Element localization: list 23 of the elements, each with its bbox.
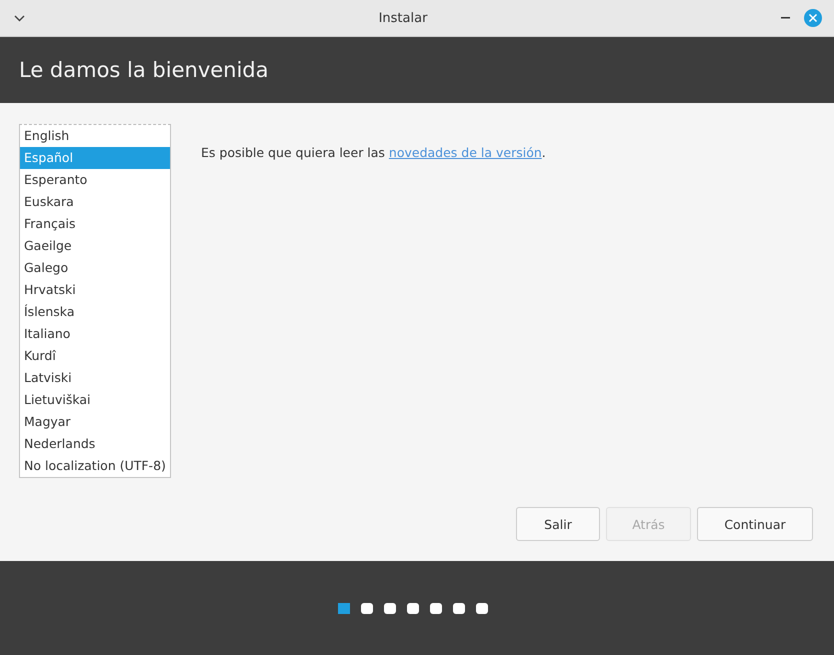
language-item[interactable]: Íslenska (20, 301, 170, 323)
language-item[interactable]: Gaeilge (20, 235, 170, 257)
language-item[interactable]: Kurdî (20, 345, 170, 367)
minimize-icon[interactable] (781, 17, 790, 19)
quit-button[interactable]: Salir (516, 507, 600, 541)
language-item[interactable]: Nederlands (20, 433, 170, 455)
language-item[interactable]: Galego (20, 257, 170, 279)
language-item[interactable]: Lietuviškai (20, 389, 170, 411)
language-item[interactable]: Esperanto (20, 169, 170, 191)
language-item[interactable]: Italiano (20, 323, 170, 345)
language-item[interactable]: Français (20, 213, 170, 235)
release-notes-text: Es posible que quiera leer las novedades de la versión. (201, 145, 546, 160)
menu-caret-icon[interactable] (14, 14, 25, 22)
language-item[interactable]: Magyar (20, 411, 170, 433)
page-heading: Le damos la bienvenida (19, 58, 269, 82)
continue-button[interactable]: Continuar (697, 507, 813, 541)
language-item[interactable]: English (20, 125, 170, 147)
close-icon[interactable] (804, 9, 822, 27)
language-item[interactable]: Latviski (20, 367, 170, 389)
window-title: Instalar (378, 10, 428, 26)
language-item[interactable]: Hrvatski (20, 279, 170, 301)
language-item[interactable]: No localization (UTF-8) (20, 455, 170, 477)
language-item[interactable]: Euskara (20, 191, 170, 213)
